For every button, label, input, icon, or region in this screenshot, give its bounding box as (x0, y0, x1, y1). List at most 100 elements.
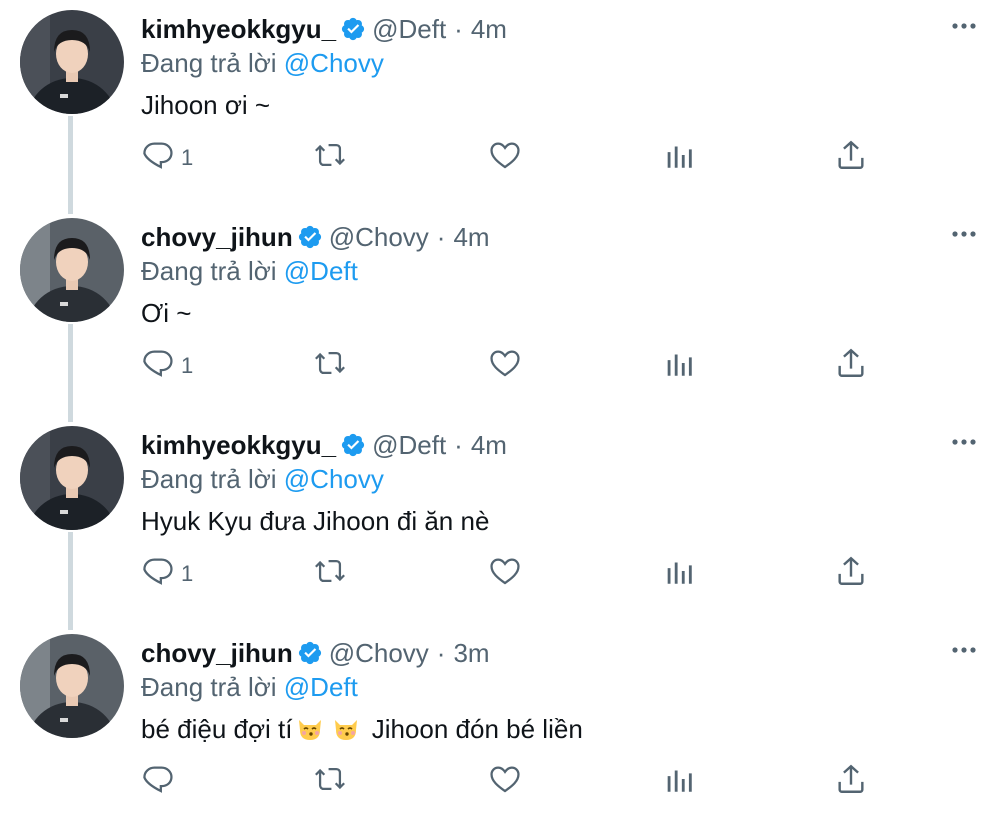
display-name[interactable]: chovy_jihun (141, 222, 293, 253)
share-icon (834, 554, 868, 594)
replying-to-label: Đang trả lời (141, 48, 284, 78)
username-handle[interactable]: @Deft (372, 430, 446, 461)
replying-to: Đang trả lời @Deft (141, 672, 358, 703)
more-options-icon[interactable] (949, 14, 979, 38)
analytics-button[interactable] (662, 554, 696, 594)
timestamp[interactable]: 4m (471, 14, 507, 45)
avatar[interactable] (20, 10, 124, 114)
replying-to: Đang trả lời @Deft (141, 256, 358, 287)
analytics-icon (662, 554, 696, 594)
share-button[interactable] (834, 762, 868, 802)
like-button[interactable] (488, 554, 522, 594)
avatar[interactable] (20, 218, 124, 322)
replying-to-label: Đang trả lời (141, 256, 284, 286)
reply-button[interactable] (141, 762, 181, 802)
more-options-icon[interactable] (949, 638, 979, 662)
reply-count: 1 (181, 353, 194, 378)
tweet[interactable]: chovy_jihun @Chovy · 3m Đang trả lời @De… (0, 624, 997, 832)
verified-badge-icon (340, 16, 366, 42)
tweet-actions: 1 (141, 138, 871, 178)
replying-to-label: Đang trả lời (141, 464, 284, 494)
like-button[interactable] (488, 138, 522, 178)
verified-badge-icon (297, 640, 323, 666)
reply-button[interactable]: 1 (141, 138, 193, 178)
share-button[interactable] (834, 138, 868, 178)
tweet-actions: 1 (141, 346, 871, 386)
analytics-icon (662, 138, 696, 178)
like-button[interactable] (488, 346, 522, 386)
tweet[interactable]: kimhyeokkgyu_ @Deft · 4m Đang trả lời @C… (0, 416, 997, 624)
verified-badge-icon (340, 432, 366, 458)
tweet-header: kimhyeokkgyu_ @Deft · 4m (141, 12, 507, 46)
mention-link[interactable]: @Deft (284, 256, 358, 286)
heart-icon (488, 554, 522, 594)
avatar[interactable] (20, 634, 124, 738)
tweet-header: chovy_jihun @Chovy · 4m (141, 220, 490, 254)
reply-button[interactable]: 1 (141, 554, 193, 594)
tweet-text: Jihoon ơi ~ (141, 90, 270, 121)
reply-icon (141, 554, 175, 594)
replying-to: Đang trả lời @Chovy (141, 464, 384, 495)
separator-dot: · (436, 637, 446, 668)
mention-link[interactable]: @Chovy (284, 48, 384, 78)
tweet-text: Hyuk Kyu đưa Jihoon đi ăn nè (141, 506, 489, 537)
avatar[interactable] (20, 426, 124, 530)
retweet-icon (313, 346, 347, 386)
retweet-button[interactable] (313, 138, 347, 178)
timestamp[interactable]: 3m (453, 638, 489, 669)
display-name[interactable]: kimhyeokkgyu_ (141, 14, 336, 45)
mention-link[interactable]: @Deft (284, 672, 358, 702)
reply-count: 1 (181, 145, 194, 170)
retweet-icon (313, 554, 347, 594)
analytics-button[interactable] (662, 762, 696, 802)
timestamp[interactable]: 4m (453, 222, 489, 253)
verified-badge-icon (297, 224, 323, 250)
tweet-text: bé điệu đợi tí Jihoon đón bé liền (141, 714, 583, 745)
tweet[interactable]: chovy_jihun @Chovy · 4m Đang trả lời @De… (0, 208, 997, 416)
separator-dot: · (454, 13, 463, 44)
username-handle[interactable]: @Chovy (329, 638, 429, 669)
reply-icon (141, 346, 175, 386)
retweet-icon (313, 138, 347, 178)
tweet[interactable]: kimhyeokkgyu_ @Deft · 4m Đang trả lời @C… (0, 0, 997, 208)
more-options-icon[interactable] (949, 222, 979, 246)
reply-icon (141, 762, 175, 802)
kissing-cat-emoji (296, 714, 324, 742)
separator-dot: · (454, 429, 463, 460)
share-button[interactable] (834, 346, 868, 386)
tweet-text: Ơi ~ (141, 298, 191, 329)
heart-icon (488, 762, 522, 802)
share-icon (834, 762, 868, 802)
reply-button[interactable]: 1 (141, 346, 193, 386)
tweet-text-part: bé điệu đợi tí (141, 714, 293, 744)
analytics-icon (662, 346, 696, 386)
like-button[interactable] (488, 762, 522, 802)
analytics-button[interactable] (662, 138, 696, 178)
analytics-icon (662, 762, 696, 802)
tweet-text-part: Ơi ~ (141, 298, 192, 328)
tweet-actions: 1 (141, 554, 871, 594)
more-options-icon[interactable] (949, 430, 979, 454)
mention-link[interactable]: @Chovy (284, 464, 384, 494)
separator-dot: · (436, 221, 446, 252)
share-button[interactable] (834, 554, 868, 594)
tweet-actions (141, 762, 871, 802)
display-name[interactable]: kimhyeokkgyu_ (141, 430, 336, 461)
heart-icon (488, 346, 522, 386)
timestamp[interactable]: 4m (471, 430, 507, 461)
tweet-text-part: Jihoon đón bé liền (371, 714, 583, 744)
share-icon (834, 346, 868, 386)
retweet-button[interactable] (313, 762, 347, 802)
analytics-button[interactable] (662, 346, 696, 386)
heart-icon (488, 138, 522, 178)
kissing-cat-emoji (332, 714, 360, 742)
display-name[interactable]: chovy_jihun (141, 638, 293, 669)
reply-count: 1 (181, 561, 194, 586)
share-icon (834, 138, 868, 178)
retweet-button[interactable] (313, 554, 347, 594)
replying-to: Đang trả lời @Chovy (141, 48, 384, 79)
username-handle[interactable]: @Chovy (329, 222, 429, 253)
username-handle[interactable]: @Deft (372, 14, 446, 45)
tweet-header: kimhyeokkgyu_ @Deft · 4m (141, 428, 507, 462)
retweet-button[interactable] (313, 346, 347, 386)
